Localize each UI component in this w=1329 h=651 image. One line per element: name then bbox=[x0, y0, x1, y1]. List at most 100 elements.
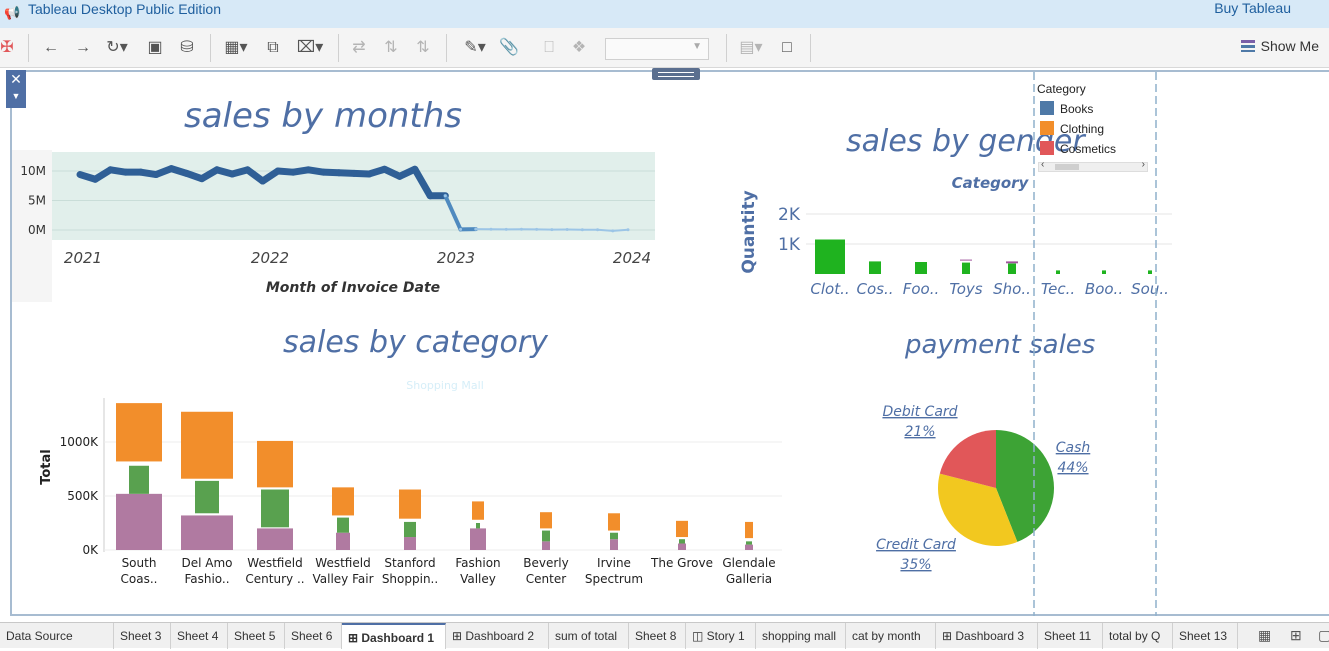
gender-bar-green bbox=[815, 240, 845, 275]
category-bar-chart[interactable]: Shopping MallTotal1000K500K0KSouthCoas..… bbox=[30, 372, 790, 592]
pie-percent: 35% bbox=[900, 557, 931, 573]
attach-icon[interactable]: 📎 bbox=[498, 36, 520, 60]
months-data-point bbox=[427, 193, 433, 199]
tab-sheet-5[interactable]: Sheet 5 bbox=[228, 623, 285, 649]
months-data-point bbox=[290, 169, 296, 175]
category-label: Stanford bbox=[384, 556, 435, 570]
save-icon[interactable]: ▣ bbox=[144, 36, 166, 60]
category-label: Beverly bbox=[523, 556, 568, 570]
category-bar-green bbox=[337, 518, 349, 533]
tab-dashboard-3[interactable]: ⊞ Dashboard 3 bbox=[936, 623, 1038, 649]
tab-sheet-11[interactable]: Sheet 11 bbox=[1038, 623, 1103, 649]
months-data-point bbox=[581, 228, 584, 231]
months-data-point bbox=[244, 167, 250, 173]
months-data-point bbox=[566, 228, 569, 231]
new-worksheet-icon[interactable]: ▦▾ bbox=[218, 36, 254, 60]
undo-icon[interactable]: ← bbox=[40, 36, 62, 60]
chart-type-icon[interactable]: ▤▾ bbox=[734, 36, 768, 60]
dashboard-control[interactable]: ✕▼ bbox=[6, 70, 26, 108]
chevron-down-icon: ▼ bbox=[692, 41, 702, 52]
highlight-icon[interactable]: ✎▾ bbox=[458, 36, 492, 60]
gender-category-label: Sho.. bbox=[993, 280, 1031, 298]
gender-y-tick: 2K bbox=[778, 205, 801, 225]
new-dashboard-tab-icon[interactable]: ⊞ bbox=[1290, 627, 1302, 644]
show-me-icon bbox=[1241, 40, 1255, 52]
pie-percent: 21% bbox=[904, 424, 935, 440]
tab-label: Sheet 4 bbox=[177, 629, 218, 643]
months-data-point bbox=[199, 176, 205, 182]
buy-tableau-link[interactable]: Buy Tableau bbox=[1214, 0, 1291, 16]
new-data-source-icon[interactable]: ⛁ bbox=[176, 36, 198, 60]
duplicate-sheet-icon[interactable]: ⧉ bbox=[262, 36, 284, 60]
months-data-point bbox=[505, 228, 508, 231]
category-bar-green bbox=[404, 522, 416, 537]
category-bar-green bbox=[610, 533, 618, 539]
clear-sheet-icon[interactable]: ⌧▾ bbox=[292, 36, 328, 60]
category-bar-orange bbox=[472, 501, 484, 519]
label-icon[interactable]: ⎕ bbox=[538, 36, 560, 60]
new-worksheet-tab-icon[interactable]: ▦ bbox=[1258, 627, 1271, 644]
sort-descending-icon[interactable]: ⇅ bbox=[412, 36, 434, 60]
tableau-logo-icon[interactable]: ✠ bbox=[0, 36, 14, 60]
months-x-label: Month of Invoice Date bbox=[266, 280, 440, 296]
tab-label: shopping mall bbox=[762, 629, 836, 643]
tab-dashboard-1[interactable]: ⊞ Dashboard 1 bbox=[342, 623, 446, 649]
gender-y-label: Quantity bbox=[739, 190, 759, 273]
replay-icon[interactable]: ↻▾ bbox=[102, 36, 132, 60]
new-story-tab-icon[interactable]: ▢ bbox=[1318, 627, 1329, 644]
presentation-icon[interactable]: □ bbox=[776, 36, 798, 60]
category-label: The Grove bbox=[650, 556, 713, 570]
tab-sheet-8[interactable]: Sheet 8 bbox=[629, 623, 686, 649]
months-data-point bbox=[412, 166, 418, 172]
tab-sheet-6[interactable]: Sheet 6 bbox=[285, 623, 342, 649]
months-plot-area bbox=[52, 152, 655, 240]
months-x-tick: 2022 bbox=[251, 249, 289, 267]
months-data-point bbox=[474, 228, 477, 231]
tab-total-by-q[interactable]: total by Q bbox=[1103, 623, 1173, 649]
category-label: South bbox=[122, 556, 157, 570]
months-data-point bbox=[168, 166, 174, 172]
show-me-button[interactable]: Show Me bbox=[1241, 38, 1319, 54]
tab-cat-by-month[interactable]: cat by month bbox=[846, 623, 936, 649]
title-bar: 📢 Tableau Desktop Public Edition Buy Tab… bbox=[0, 0, 1329, 28]
close-icon[interactable]: ✕ bbox=[6, 70, 26, 88]
months-data-point bbox=[229, 171, 235, 177]
show-me-label: Show Me bbox=[1261, 38, 1319, 54]
category-bar-green bbox=[261, 490, 289, 528]
category-bar-purple bbox=[610, 539, 618, 550]
months-data-point bbox=[627, 228, 630, 231]
swap-axes-icon[interactable]: ⇄ bbox=[348, 36, 370, 60]
fit-combo[interactable]: ▼ bbox=[605, 38, 709, 60]
gender-category-label: Clot.. bbox=[810, 280, 849, 298]
tab-shopping-mall[interactable]: shopping mall bbox=[756, 623, 846, 649]
tab-sheet-3[interactable]: Sheet 3 bbox=[114, 623, 171, 649]
months-y-tick: 5M bbox=[28, 194, 46, 208]
gender-bar-green bbox=[962, 263, 970, 274]
tab-data-source[interactable]: Data Source bbox=[0, 623, 114, 649]
tab-story-1[interactable]: ◫ Story 1 bbox=[686, 623, 756, 649]
drag-handle[interactable] bbox=[652, 68, 700, 80]
sort-ascending-icon[interactable]: ⇅ bbox=[380, 36, 402, 60]
category-bar-purple bbox=[116, 494, 162, 550]
category-title: sales by category bbox=[283, 325, 548, 360]
pin-icon[interactable]: ❖ bbox=[568, 36, 590, 60]
gender-category-label: Foo.. bbox=[903, 280, 940, 298]
category-bar-orange bbox=[332, 487, 354, 515]
tab-dashboard-2[interactable]: ⊞ Dashboard 2 bbox=[446, 623, 549, 649]
tab-sum-of-total[interactable]: sum of total bbox=[549, 623, 629, 649]
category-bar-orange bbox=[745, 522, 753, 538]
gender-bar-green bbox=[915, 262, 927, 274]
category-bar-green bbox=[746, 541, 752, 544]
chevron-down-icon[interactable]: ▼ bbox=[6, 88, 26, 104]
gender-bar-green bbox=[869, 261, 881, 274]
tab-sheet-13[interactable]: Sheet 13 bbox=[1173, 623, 1238, 649]
category-label: Center bbox=[526, 572, 566, 586]
category-label: Spectrum bbox=[585, 572, 643, 586]
category-bar-green bbox=[679, 539, 685, 543]
months-data-point bbox=[490, 228, 493, 231]
redo-icon[interactable]: → bbox=[72, 36, 94, 60]
tab-label: sum of total bbox=[555, 629, 617, 643]
tab-sheet-4[interactable]: Sheet 4 bbox=[171, 623, 228, 649]
months-data-point bbox=[123, 169, 129, 175]
months-line-chart[interactable]: 10M5M0M2021202220232024Month of Invoice … bbox=[0, 140, 680, 310]
